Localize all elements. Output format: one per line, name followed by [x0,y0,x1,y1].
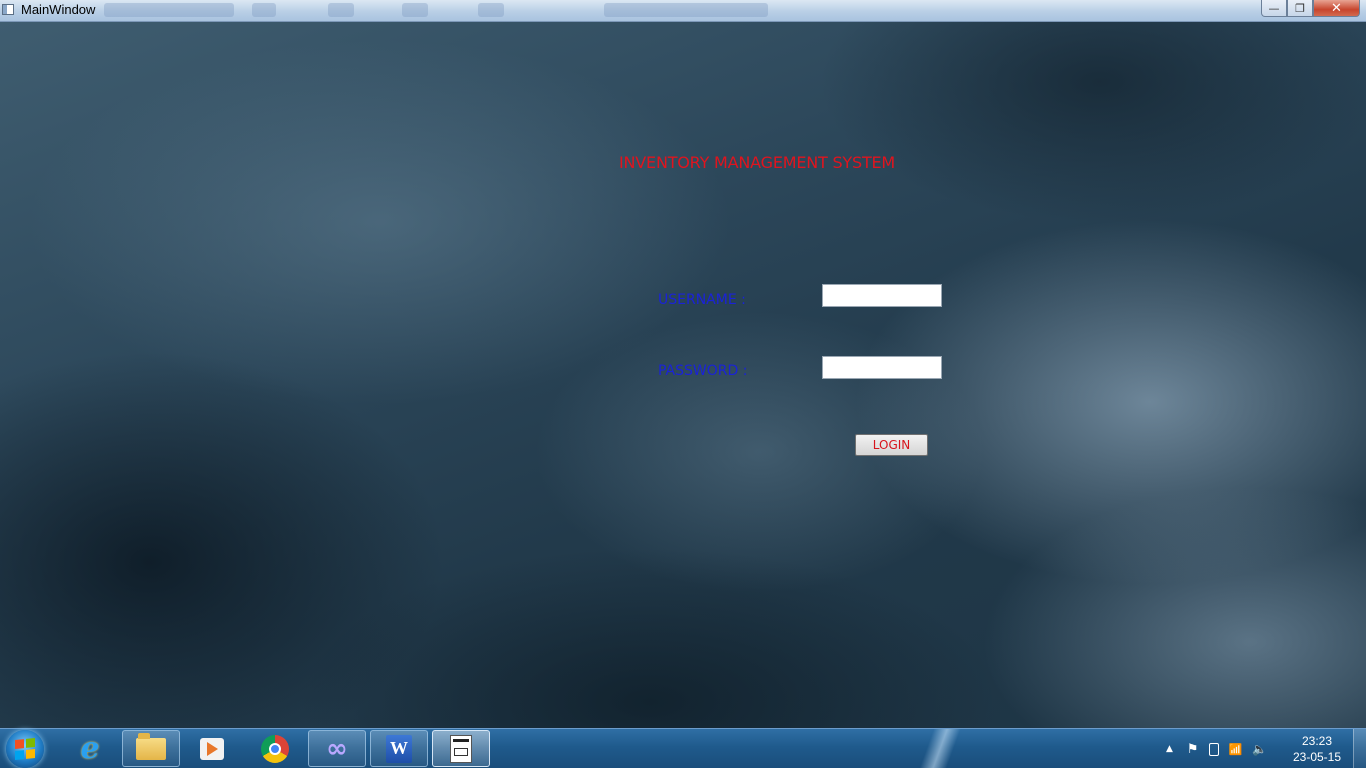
app-window-icon [2,4,14,15]
taskbar-clock[interactable]: 23:23 23-05-15 [1282,733,1352,765]
show-desktop-button[interactable] [1353,729,1366,768]
taskbar-item-visual-studio[interactable]: ∞ [308,730,366,767]
internet-explorer-icon: e [80,731,100,766]
action-center-flag-icon[interactable]: ⚑ [1187,742,1199,757]
chrome-icon [261,734,289,763]
background-blur [328,3,354,17]
system-tray: ▲ ⚑ 📶 🔈 [1166,729,1267,768]
show-hidden-icons-button[interactable]: ▲ [1166,744,1173,754]
taskbar-item-chrome[interactable] [246,730,304,767]
word-icon: W [386,734,412,763]
restore-icon: ❐ [1295,1,1305,15]
password-input[interactable] [822,356,942,379]
username-input[interactable] [822,284,942,307]
app-title: INVENTORY MANAGEMENT SYSTEM [619,153,896,172]
taskbar: e ∞ W ▲ ⚑ 📶 🔈 23:23 23-05-15 [0,728,1366,768]
taskbar-item-internet-explorer[interactable]: e [61,730,119,767]
login-button[interactable]: LOGIN [855,434,928,456]
power-plug-icon[interactable] [1208,742,1219,756]
close-button[interactable]: ✕ [1313,0,1360,17]
background-blur [478,3,504,17]
folder-icon [136,732,166,760]
password-label: PASSWORD : [658,363,748,379]
background-blur [604,3,768,17]
main-content: INVENTORY MANAGEMENT SYSTEM USERNAME : P… [0,22,1366,728]
network-signal-icon[interactable]: 📶 [1229,743,1243,756]
background-blur [402,3,428,17]
maximize-button[interactable]: ❐ [1287,0,1313,17]
start-button[interactable] [6,730,44,768]
visual-studio-icon: ∞ [326,733,348,764]
username-label: USERNAME : [658,292,746,308]
background-blur [104,3,234,17]
window-title: MainWindow [21,2,96,17]
background-blur [252,3,276,17]
minimize-button[interactable]: — [1261,0,1287,17]
taskbar-item-word[interactable]: W [370,730,428,767]
taskbar-item-mainwindow[interactable] [432,730,490,767]
close-icon: ✕ [1331,0,1342,16]
minimize-icon: — [1268,1,1280,15]
clock-date: 23-05-15 [1292,750,1342,764]
taskbar-item-windows-explorer[interactable] [122,730,180,767]
taskbar-item-media-player[interactable] [183,730,241,767]
application-window-icon [450,734,472,763]
volume-icon[interactable]: 🔈 [1252,742,1267,756]
clock-time: 23:23 [1301,734,1333,748]
window-title-bar[interactable]: MainWindow — ❐ ✕ [0,0,1366,22]
media-player-icon [200,737,224,760]
windows-logo-icon [15,737,35,761]
taskbar-shine [880,729,1000,768]
